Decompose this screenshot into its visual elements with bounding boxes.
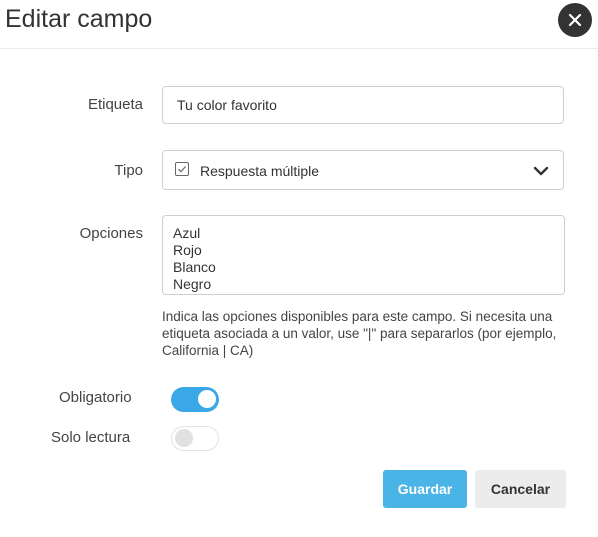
obligatorio-toggle[interactable] — [171, 387, 219, 412]
tipo-select[interactable]: Respuesta múltiple — [162, 150, 564, 190]
opciones-label: Opciones — [79, 225, 143, 242]
dialog-header: Editar campo — [0, 0, 598, 49]
obligatorio-label: Obligatorio — [59, 389, 132, 406]
close-button[interactable] — [558, 3, 592, 37]
cancel-button[interactable]: Cancelar — [475, 470, 566, 508]
opciones-help-text: Indica las opciones disponibles para est… — [162, 309, 557, 358]
toggle-knob — [198, 390, 216, 408]
etiqueta-input[interactable] — [162, 86, 564, 124]
save-button[interactable]: Guardar — [383, 470, 467, 508]
dialog-title: Editar campo — [5, 5, 153, 33]
opciones-textarea[interactable] — [162, 215, 565, 295]
toggle-knob — [175, 429, 193, 447]
tipo-value: Respuesta múltiple — [200, 163, 320, 179]
solo-lectura-label: Solo lectura — [51, 429, 131, 446]
checkbox-icon — [175, 162, 189, 176]
tipo-label: Tipo — [114, 162, 143, 179]
close-icon — [568, 13, 582, 27]
chevron-down-icon — [533, 166, 549, 176]
etiqueta-label: Etiqueta — [87, 96, 143, 113]
solo-lectura-toggle[interactable] — [171, 426, 219, 451]
